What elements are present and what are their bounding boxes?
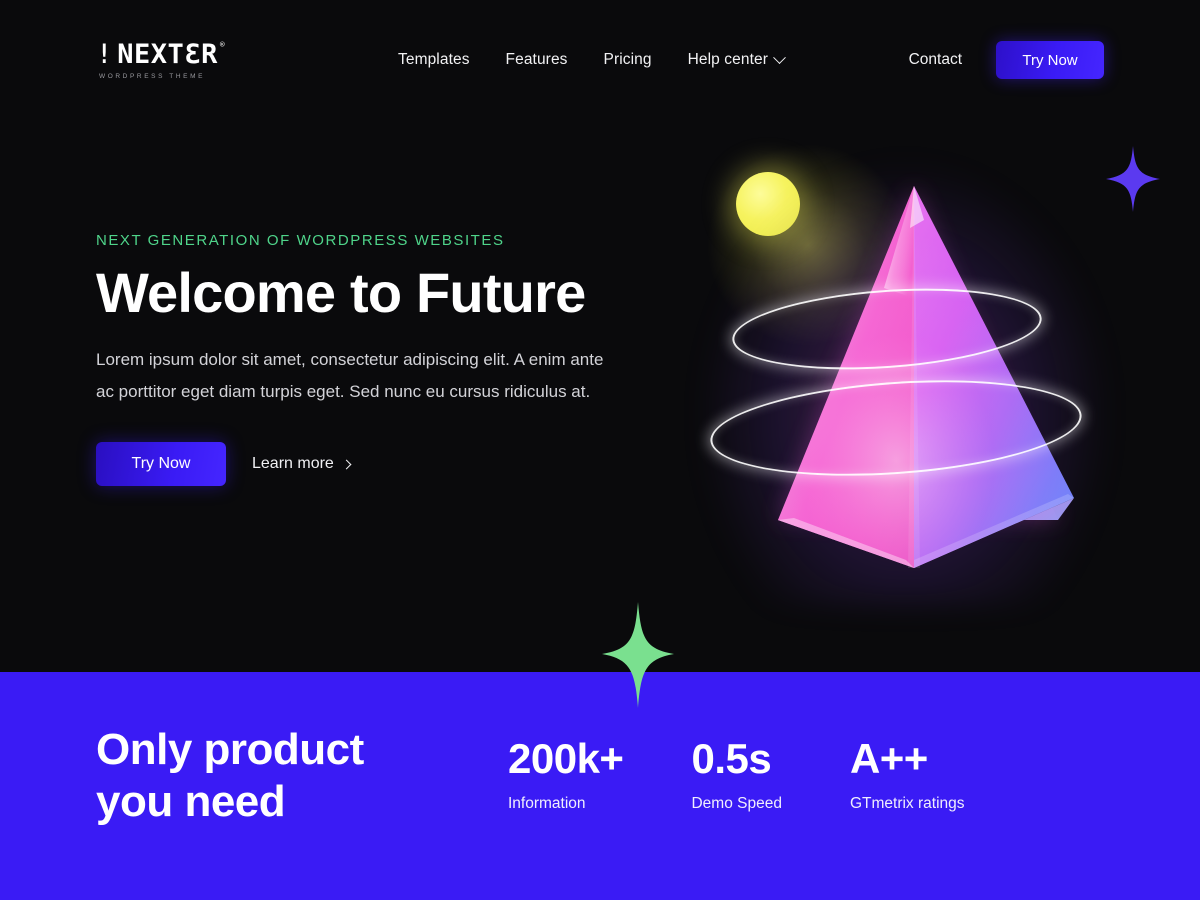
stat-label: Demo Speed: [691, 795, 782, 812]
stats-band-title: Only product you need: [96, 724, 496, 828]
learn-more-link[interactable]: Learn more: [252, 455, 352, 473]
page-title: Welcome to Future: [96, 261, 586, 324]
stat-item: 0.5s Demo Speed: [691, 738, 781, 813]
main-navigation: Templates Features Pricing Help center: [398, 50, 909, 69]
hero-paragraph: Lorem ipsum dolor sit amet, consectetur …: [96, 350, 604, 402]
learn-more-label: Learn more: [252, 455, 334, 473]
site-header: ! NEXT 3 R ® WORDPRESS THEME Templates Featu…: [0, 0, 1200, 120]
chevron-down-icon: [773, 50, 786, 64]
logo-word-a: NEXT: [117, 38, 185, 70]
stat-item: 200k+ Information: [508, 735, 624, 813]
nav-label: Help center: [687, 51, 768, 68]
nav-label: Pricing: [603, 51, 652, 68]
stat-value: 0.5s: [691, 735, 772, 782]
hero-eyebrow: NEXT GENERATION OF WORDPRESS WEBSITES: [96, 232, 505, 249]
try-now-button-header[interactable]: Try Now: [996, 41, 1104, 79]
stat-item: A++ GTmetrix ratings: [850, 738, 965, 813]
hero-cta-row: Try Now Learn more: [96, 442, 656, 487]
stats-band: Only product you need 200k+ Information …: [0, 672, 1200, 900]
logo-word-reversed: 3: [184, 38, 202, 70]
nav-item-features[interactable]: Features: [506, 51, 568, 69]
hero-copy: NEXT GENERATION OF WORDPRESS WEBSITES We…: [96, 232, 656, 487]
logo[interactable]: ! NEXT 3 R ® WORDPRESS THEME: [96, 38, 316, 80]
stats-band-title-line1: Only product: [96, 725, 364, 774]
nav-item-templates[interactable]: Templates: [398, 51, 470, 69]
logo-word-b: R: [201, 38, 218, 70]
stat-label: Information: [508, 795, 586, 812]
nav-item-help-center[interactable]: Help center: [687, 50, 786, 69]
logo-bang: !: [97, 38, 112, 70]
sparkle-green-icon: [602, 602, 674, 708]
logo-mark: ! NEXT 3 R ®: [96, 38, 316, 70]
chevron-right-icon: [341, 459, 352, 470]
nav-label: Features: [505, 51, 568, 68]
stats-band-title-line2: you need: [96, 776, 286, 826]
logo-trademark-icon: ®: [219, 39, 226, 49]
nav-label: Templates: [398, 51, 470, 68]
stats-list: 200k+ Information 0.5s Demo Speed A++ GT…: [508, 738, 965, 813]
header-actions: Contact Try Now: [909, 41, 1104, 79]
stat-value: A++: [849, 735, 928, 782]
logo-subtitle: WORDPRESS THEME: [99, 72, 206, 80]
landing-page: ! NEXT 3 R ® WORDPRESS THEME Templates Featu…: [0, 0, 1200, 900]
stat-value: 200k+: [508, 735, 624, 782]
sparkle-purple-icon: [1106, 146, 1160, 212]
nav-item-pricing[interactable]: Pricing: [604, 51, 652, 69]
stat-label: GTmetrix ratings: [849, 795, 965, 812]
hero-section: ! NEXT 3 R ® WORDPRESS THEME Templates Featu…: [0, 0, 1200, 672]
try-now-button-hero[interactable]: Try Now: [96, 442, 226, 487]
contact-link[interactable]: Contact: [909, 51, 962, 69]
